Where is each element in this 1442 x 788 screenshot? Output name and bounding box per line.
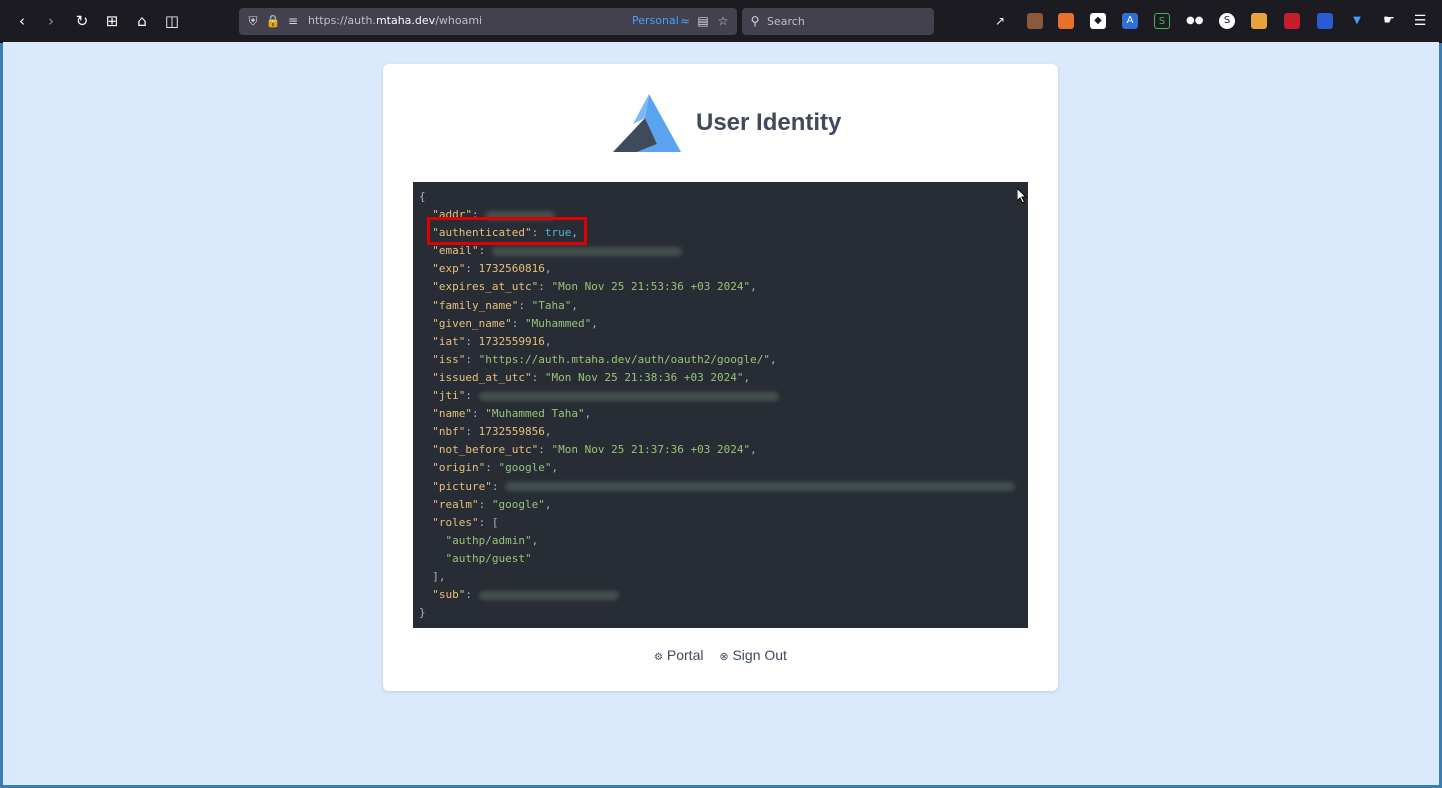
page-content: User Identity { "addr": "authenticated":… <box>3 42 1439 785</box>
logo-icon <box>613 94 681 152</box>
page-title: User Identity <box>696 109 842 136</box>
lock-icon[interactable]: 🔒 <box>265 13 281 29</box>
back-icon[interactable]: ‹ <box>12 11 32 31</box>
shield-icon[interactable]: ⛨ <box>245 13 261 29</box>
container-label[interactable]: Personal <box>632 14 679 27</box>
portal-link[interactable]: ⚙ Portal <box>654 647 703 663</box>
sign-out-link[interactable]: ⊗ Sign Out <box>719 647 787 663</box>
translate-icon[interactable]: A <box>1122 13 1138 29</box>
extension-icon[interactable]: S <box>1154 13 1170 29</box>
portal-label: Portal <box>666 647 704 663</box>
sign-out-icon: ⊗ <box>719 651 729 663</box>
reader-view-icon[interactable]: ▤ <box>695 13 711 29</box>
highlight-box <box>427 217 587 245</box>
search-bar[interactable]: ⚲ Search <box>742 8 934 35</box>
json-viewer: { "addr": "authenticated": true, "email"… <box>413 182 1028 628</box>
forward-icon[interactable]: › <box>41 11 61 31</box>
hamburger-menu-icon[interactable]: ☰ <box>1412 13 1428 29</box>
extension-icon[interactable]: S <box>1219 13 1235 29</box>
extension-icon[interactable]: ●● <box>1186 13 1203 29</box>
identity-card: User Identity { "addr": "authenticated":… <box>383 64 1058 691</box>
actions-bar: ⚙ Portal ⊗ Sign Out <box>383 647 1058 663</box>
sign-out-label: Sign Out <box>732 647 787 663</box>
mouse-cursor-icon <box>1017 188 1028 204</box>
reload-icon[interactable]: ↻ <box>72 11 92 31</box>
sidebar-icon[interactable]: ◫ <box>162 11 182 31</box>
url-text[interactable]: https://auth.mtaha.dev/whoami <box>308 14 482 27</box>
extension-icon[interactable] <box>1058 13 1074 29</box>
json-content: { "addr": "authenticated": true, "email"… <box>413 182 1028 622</box>
extension-icon[interactable] <box>1027 13 1043 29</box>
pop-out-icon[interactable]: ↗ <box>992 13 1008 29</box>
search-input[interactable]: Search <box>767 15 805 28</box>
fingerprint-icon[interactable]: ≈ <box>677 13 693 29</box>
extension-icon[interactable] <box>1317 13 1333 29</box>
url-bar[interactable]: ⛨ 🔒 ≡ https://auth.mtaha.dev/whoami Pers… <box>239 8 737 35</box>
extension-icon[interactable] <box>1251 13 1267 29</box>
portal-icon: ⚙ <box>654 652 663 663</box>
bookmark-star-icon[interactable]: ☆ <box>715 13 731 29</box>
extension-icon[interactable] <box>1284 13 1300 29</box>
browser-toolbar: ‹ › ↻ ⊞ ⌂ ◫ ⛨ 🔒 ≡ https://auth.mtaha.dev… <box>0 0 1442 43</box>
permissions-icon[interactable]: ≡ <box>285 13 301 29</box>
new-tab-icon[interactable]: ⊞ <box>102 11 122 31</box>
extension-icon[interactable]: ◆ <box>1090 13 1106 29</box>
extension-icon[interactable]: ▼ <box>1349 13 1365 29</box>
extensions-puzzle-icon[interactable]: ☛ <box>1381 13 1397 29</box>
home-icon[interactable]: ⌂ <box>132 11 152 31</box>
search-icon: ⚲ <box>750 14 760 28</box>
